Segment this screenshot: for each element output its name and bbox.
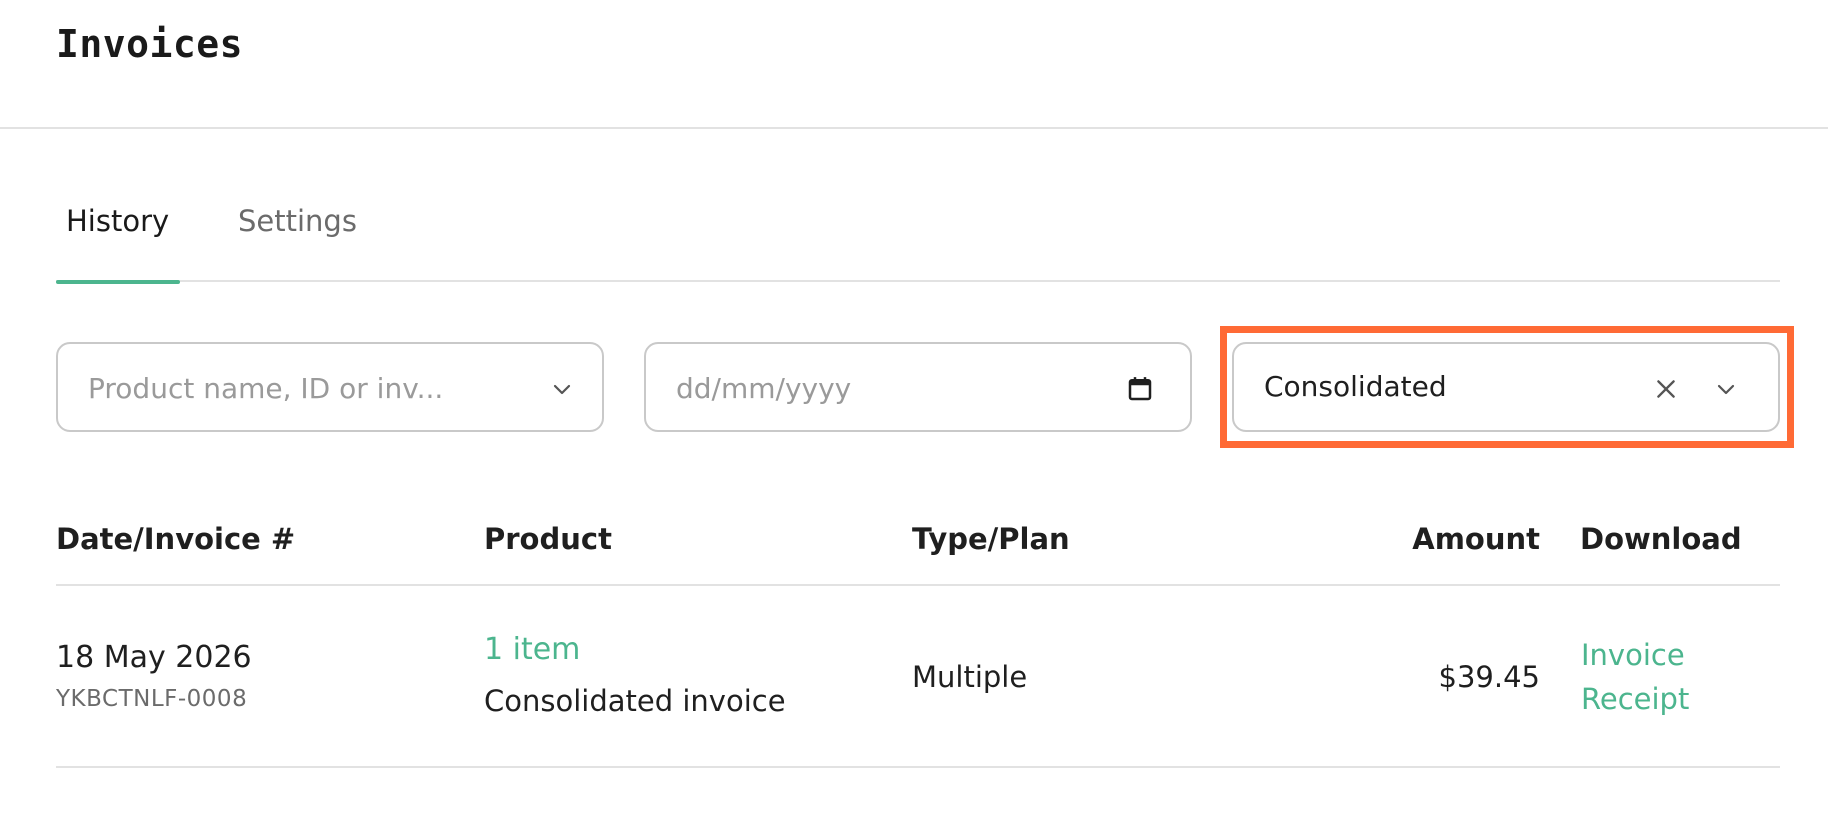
chevron-down-icon[interactable] — [1706, 369, 1746, 409]
product-items-link[interactable]: 1 item — [484, 632, 580, 667]
tab-settings[interactable]: Settings — [232, 204, 372, 282]
type-plan-value: Multiple — [912, 660, 1028, 694]
tab-history[interactable]: History — [56, 204, 180, 284]
column-header-type[interactable]: Type/Plan — [912, 522, 1070, 556]
table-row: 18 May 2026 YKBCTNLF-0008 1 item Consoli… — [56, 588, 1780, 768]
active-tab-indicator — [56, 280, 180, 284]
download-receipt-link[interactable]: Receipt — [1581, 682, 1689, 716]
page-header: Invoices — [0, 0, 1828, 129]
tab-history-label: History — [66, 204, 170, 238]
calendar-icon[interactable] — [1120, 369, 1160, 409]
page-title: Invoices — [56, 22, 244, 66]
type-filter-select[interactable]: Consolidated — [1232, 342, 1780, 432]
product-filter[interactable] — [56, 342, 604, 432]
product-search-input[interactable] — [88, 366, 508, 410]
tab-bar: History Settings — [56, 190, 1780, 284]
invoice-date: 18 May 2026 — [56, 640, 252, 675]
tab-settings-label: Settings — [238, 204, 357, 238]
date-filter[interactable] — [644, 342, 1192, 432]
download-invoice-link[interactable]: Invoice — [1581, 638, 1685, 672]
column-header-amount[interactable]: Amount — [1412, 522, 1540, 556]
amount-value: $39.45 — [1438, 660, 1540, 694]
column-header-product[interactable]: Product — [484, 522, 612, 556]
type-filter-value: Consolidated — [1264, 370, 1447, 403]
product-description: Consolidated invoice — [484, 684, 786, 718]
close-icon[interactable] — [1646, 369, 1686, 409]
chevron-down-icon[interactable] — [542, 369, 582, 409]
table-header: Date/Invoice # Product Type/Plan Amount … — [56, 500, 1780, 586]
column-header-date[interactable]: Date/Invoice # — [56, 522, 295, 556]
invoices-page: Invoices History Settings Consolidated — [0, 0, 1828, 814]
date-input[interactable] — [676, 366, 1096, 410]
column-header-download: Download — [1580, 522, 1742, 556]
invoice-number: YKBCTNLF-0008 — [56, 686, 248, 712]
